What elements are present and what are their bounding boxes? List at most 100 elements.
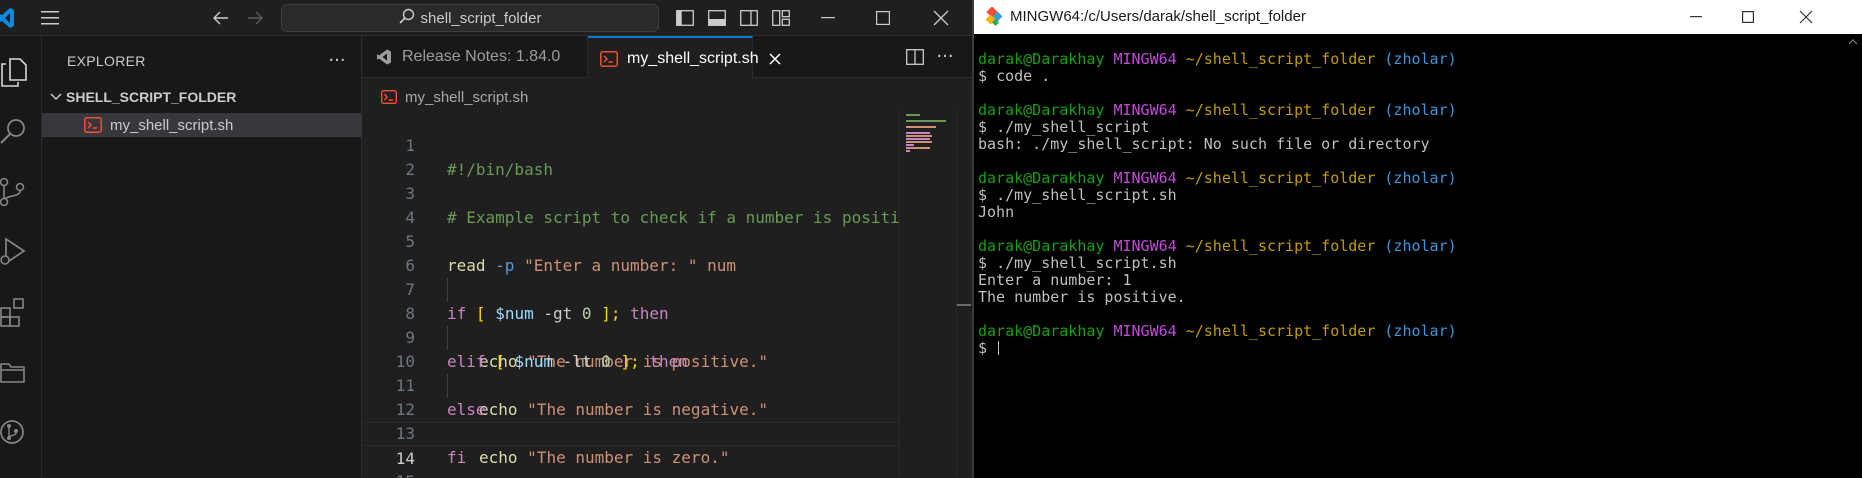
prompt-path: ~/shell_script_folder <box>1185 322 1376 340</box>
close-icon[interactable] <box>918 0 964 36</box>
prompt-symbol: $ <box>978 67 988 85</box>
search-icon <box>398 8 415 28</box>
output-line: bash: ./my_shell_script: No such file or… <box>978 135 1430 153</box>
more-actions-icon[interactable]: ··· <box>931 44 959 68</box>
code-line: 1 #!/bin/bash <box>363 110 900 179</box>
command-line: $ ./my_shell_script.sh <box>978 187 1862 204</box>
output-line: John <box>978 203 1015 221</box>
maximize-icon[interactable] <box>860 0 906 36</box>
prompt-user: darak@Darakhay <box>978 237 1105 255</box>
arrow-left-icon[interactable] <box>208 4 234 32</box>
prompt-line: darak@Darakhay MINGW64 ~/shell_script_fo… <box>978 323 1862 340</box>
file-label: my_shell_script.sh <box>110 116 234 134</box>
prompt-host: MINGW64 <box>1113 322 1177 340</box>
extensions-icon[interactable] <box>0 288 42 336</box>
prompt-branch: (zholar) <box>1384 322 1457 340</box>
command-line[interactable]: $ <box>978 340 1862 357</box>
search-icon[interactable] <box>0 108 42 156</box>
prompt-line: darak@Darakhay MINGW64 ~/shell_script_fo… <box>978 170 1862 187</box>
toggle-primary-sidebar-icon[interactable] <box>673 6 697 30</box>
scroll-cursor-mark <box>957 304 971 306</box>
git-graph-icon[interactable] <box>0 408 42 456</box>
editor-scrollbar[interactable] <box>956 110 971 478</box>
code-line: 15 <box>363 446 900 478</box>
tab-label: Release Notes: 1.84.0 <box>402 48 561 65</box>
command-line: $ ./my_shell_script.sh <box>978 255 1862 272</box>
toggle-panel-icon[interactable] <box>705 6 729 30</box>
folder-name: SHELL_SCRIPT_FOLDER <box>66 89 237 105</box>
maximize-icon[interactable] <box>1724 0 1772 34</box>
prompt-symbol: $ <box>978 118 988 136</box>
prompt-host: MINGW64 <box>1113 169 1177 187</box>
explorer-sidebar: EXPLORER ··· SHELL_SCRIPT_FOLDER my_shel… <box>42 36 362 478</box>
command-center-label: shell_script_folder <box>420 9 542 27</box>
split-editor-icon[interactable] <box>903 46 927 68</box>
prompt-branch: (zholar) <box>1384 237 1457 255</box>
terminal-output[interactable]: darak@Darakhay MINGW64 ~/shell_script_fo… <box>974 34 1862 478</box>
terminal-scrollbar[interactable] <box>1844 34 1862 478</box>
vscode-icon <box>375 48 393 66</box>
arrow-right-icon[interactable] <box>242 4 268 32</box>
text-cursor <box>998 341 1000 355</box>
prompt-line: darak@Darakhay MINGW64 ~/shell_script_fo… <box>978 238 1862 255</box>
prompt-line: darak@Darakhay MINGW64 ~/shell_script_fo… <box>978 51 1862 68</box>
code-line: 6 <box>363 230 900 275</box>
code-line: 4 <box>363 182 900 227</box>
file-tree-item[interactable]: my_shell_script.sh <box>42 113 362 137</box>
prompt-host: MINGW64 <box>1113 237 1177 255</box>
prompt-host: MINGW64 <box>1113 50 1177 68</box>
mingw-terminal-window: MINGW64:/c/Users/darak/shell_script_fold… <box>972 0 1862 478</box>
code-line: 10 echo "The number is negative." <box>363 326 900 419</box>
close-tab-icon[interactable] <box>769 50 781 68</box>
command-text: ./my_shell_script.sh <box>996 186 1177 204</box>
customize-layout-icon[interactable] <box>769 6 793 30</box>
minimap[interactable] <box>899 110 955 478</box>
command-text: ./my_shell_script.sh <box>996 254 1177 272</box>
prompt-line: darak@Darakhay MINGW64 ~/shell_script_fo… <box>978 102 1862 119</box>
code-editor[interactable]: 1 #!/bin/bash 2 3 # Example script to ch… <box>363 110 900 478</box>
explorer-files-icon[interactable] <box>0 48 42 96</box>
code-lines: 1 #!/bin/bash 2 3 # Example script to ch… <box>363 110 900 478</box>
output-line: The number is positive. <box>978 288 1186 306</box>
tab-release-notes[interactable]: Release Notes: 1.84.0 <box>363 36 588 78</box>
prompt-user: darak@Darakhay <box>978 101 1105 119</box>
minimize-icon[interactable] <box>1672 0 1720 34</box>
tab-my-shell-script[interactable]: my_shell_script.sh <box>588 36 781 79</box>
output-line: Enter a number: 1 <box>978 271 1132 289</box>
toggle-secondary-sidebar-icon[interactable] <box>737 6 761 30</box>
breadcrumb[interactable]: my_shell_script.sh <box>363 86 528 108</box>
folder-tree-item[interactable]: SHELL_SCRIPT_FOLDER <box>42 86 362 108</box>
command-line: $ ./my_shell_script <box>978 119 1862 136</box>
prompt-user: darak@Darakhay <box>978 322 1105 340</box>
tab-label: my_shell_script.sh <box>627 49 759 67</box>
prompt-path: ~/shell_script_folder <box>1185 169 1376 187</box>
close-icon[interactable] <box>1782 0 1830 34</box>
shell-file-icon <box>381 89 397 105</box>
title-bar: shell_script_folder <box>0 0 972 36</box>
code-line: 7 if [ $num -gt 0 ]; then <box>363 254 900 323</box>
shell-file-icon <box>84 116 102 134</box>
more-actions-icon[interactable]: ··· <box>324 48 350 72</box>
code-line: 11 else <box>363 350 900 419</box>
source-control-icon[interactable] <box>0 168 42 216</box>
command-text: code . <box>996 67 1051 85</box>
run-debug-icon[interactable] <box>0 228 42 276</box>
prompt-branch: (zholar) <box>1384 50 1457 68</box>
minimize-icon[interactable] <box>805 0 851 36</box>
prompt-user: darak@Darakhay <box>978 50 1105 68</box>
command-center-search[interactable]: shell_script_folder <box>281 4 659 32</box>
prompt-user: darak@Darakhay <box>978 169 1105 187</box>
prompt-symbol: $ <box>978 339 988 357</box>
code-line: 12 echo "The number is zero." <box>363 374 900 467</box>
activity-bar <box>0 36 42 478</box>
remote-explorer-icon[interactable] <box>0 348 42 396</box>
prompt-path: ~/shell_script_folder <box>1185 237 1376 255</box>
chevron-down-icon <box>48 89 64 105</box>
hamburger-menu-icon[interactable] <box>36 4 64 32</box>
code-line: 13 fi <box>363 398 900 467</box>
shell-file-icon <box>600 50 618 68</box>
prompt-branch: (zholar) <box>1384 169 1457 187</box>
terminal-title-bar: MINGW64:/c/Users/darak/shell_script_fold… <box>974 0 1862 34</box>
command-line: $ code . <box>978 68 1862 85</box>
prompt-host: MINGW64 <box>1113 101 1177 119</box>
